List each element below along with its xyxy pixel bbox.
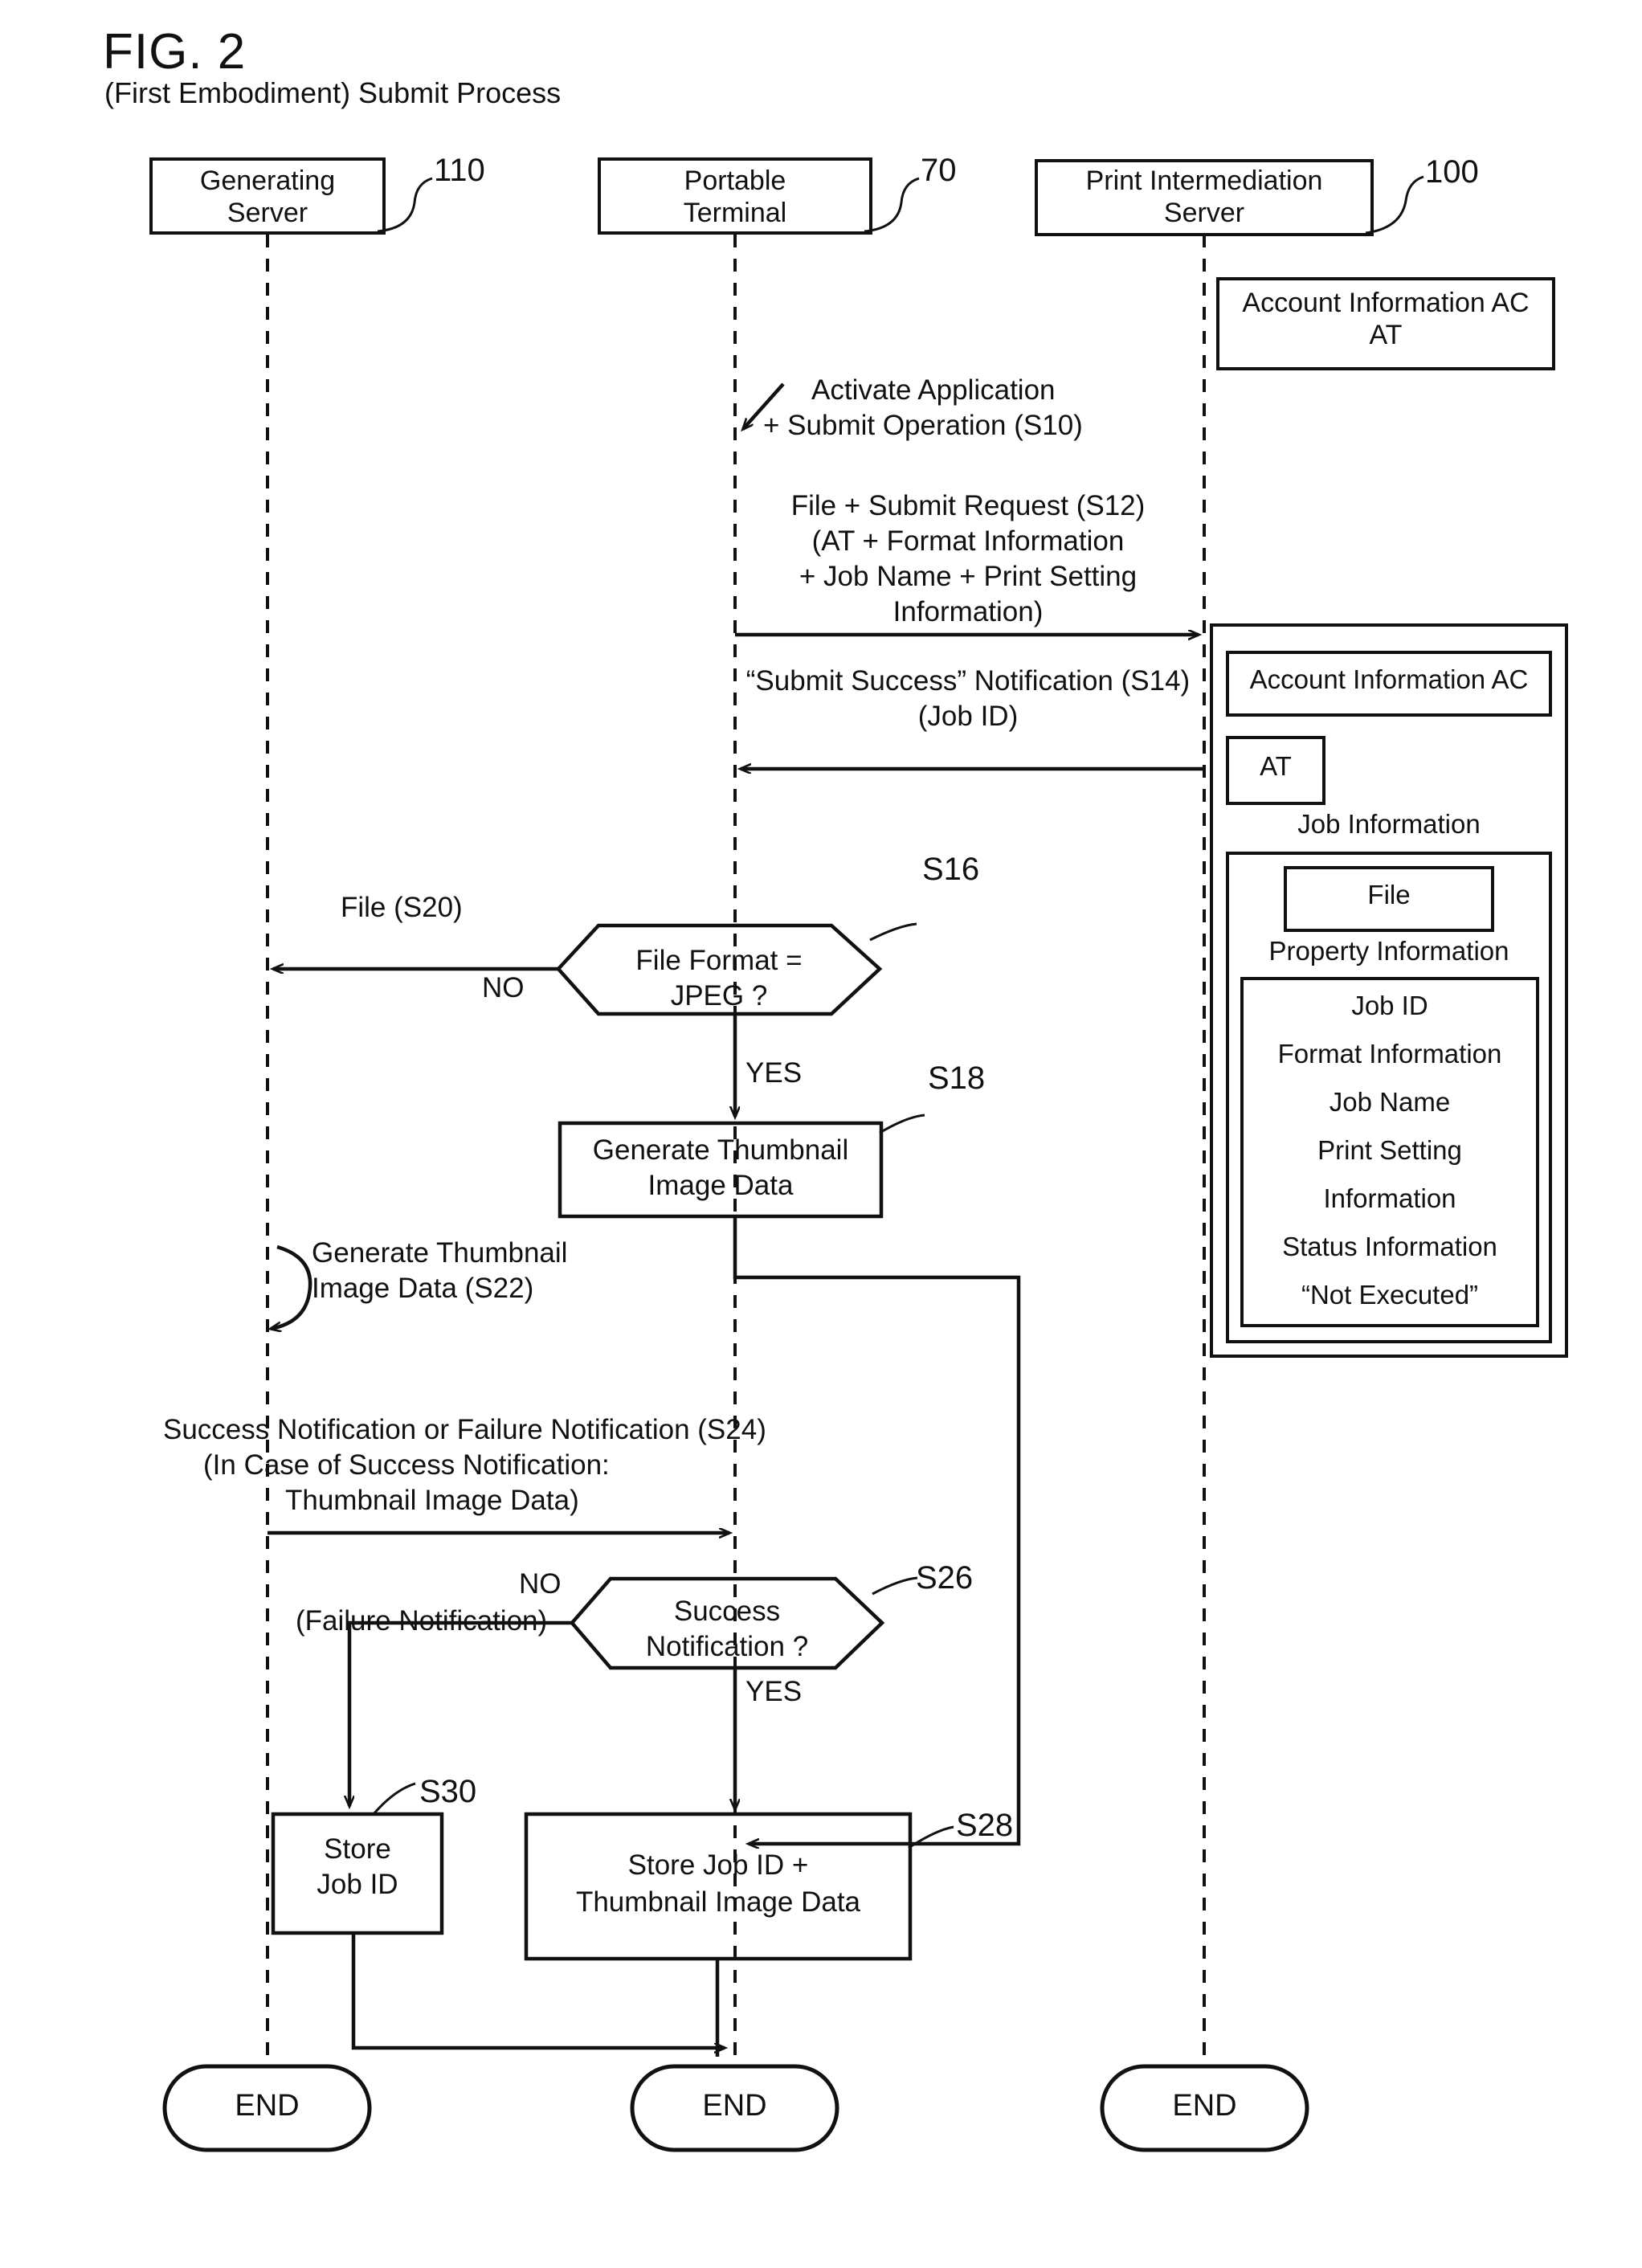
decision-s26-no-label: NO — [519, 1568, 562, 1600]
route-s18-to-s28 — [733, 1216, 1021, 1844]
property-row-6: “Not Executed” — [1301, 1280, 1479, 1310]
terminator-label-end-mid: END — [702, 2089, 767, 2123]
leader-s26 — [872, 1576, 918, 1596]
lifeline-title-print-server-2: Server — [1163, 198, 1245, 228]
decision-s16-line1: File Format = — [635, 945, 803, 976]
property-row-0: Job ID — [1351, 991, 1428, 1020]
decision-s16-no-label: NO — [482, 972, 525, 1003]
lifeline-title-portable-terminal-2: Terminal — [683, 198, 787, 228]
message-s10-line2: + Submit Operation (S10) — [763, 410, 1083, 441]
figure-canvas: FIG. 2 (First Embodiment) Submit Process… — [0, 0, 1642, 2268]
message-s14-line2: (Job ID) — [917, 701, 1019, 732]
process-s30-line1: Store — [324, 1833, 391, 1865]
message-s10-line1: Activate Application — [811, 374, 1056, 406]
message-s14-line1: “Submit Success” Notification (S14) — [745, 665, 1191, 697]
lifeline-title-generating-server: Generating — [199, 166, 336, 196]
message-s20-label: File (S20) — [341, 892, 463, 923]
leader-s30 — [372, 1782, 416, 1815]
reference-numeral-100: 100 — [1425, 154, 1479, 190]
job-panel-property-information-label: Property Information — [1268, 936, 1509, 966]
process-s28-line2: Thumbnail Image Data — [575, 1886, 861, 1918]
reference-numeral-110: 110 — [434, 153, 485, 188]
decision-s26-line2: Notification ? — [645, 1631, 809, 1662]
property-row-5: Status Information — [1282, 1232, 1497, 1261]
leader-70 — [864, 177, 920, 233]
message-s24-line2: (In Case of Success Notification: — [203, 1449, 610, 1481]
decision-s26-yes-label: YES — [745, 1676, 803, 1707]
process-s18-line2: Image Data — [647, 1170, 794, 1201]
step-ref-s26: S26 — [916, 1560, 974, 1596]
message-s22-line1: Generate Thumbnail — [312, 1237, 568, 1269]
job-panel-file-label: File — [1367, 880, 1411, 909]
lifeline-title-generating-server-2: Server — [227, 198, 308, 228]
message-s24-line3: Thumbnail Image Data) — [285, 1485, 579, 1516]
leader-s16 — [869, 922, 917, 942]
process-s30-line2: Job ID — [317, 1869, 398, 1900]
process-s18-line1: Generate Thumbnail — [592, 1134, 849, 1166]
decision-s16-line2: JPEG ? — [670, 980, 768, 1011]
reference-numeral-70: 70 — [921, 153, 957, 188]
job-panel-account-information-label: Account Information AC — [1249, 664, 1529, 694]
step-ref-s30: S30 — [419, 1774, 477, 1809]
property-row-2: Job Name — [1329, 1087, 1451, 1117]
message-s12-line1: File + Submit Request (S12) — [790, 490, 1146, 521]
message-s12-line2: (AT + Format Information — [811, 525, 1125, 557]
figure-number: FIG. 2 — [103, 24, 247, 80]
message-s12-line3: + Job Name + Print Setting — [799, 561, 1138, 592]
step-ref-s16: S16 — [922, 852, 980, 887]
message-s12-line4: Information) — [892, 596, 1044, 627]
message-s22-line2: Image Data (S22) — [312, 1273, 534, 1304]
property-row-1: Format Information — [1277, 1039, 1502, 1069]
terminator-label-end-right: END — [1172, 2089, 1237, 2123]
route-s30-to-end — [351, 1933, 725, 2048]
account-info-top-line2: AT — [1369, 320, 1403, 350]
leader-100 — [1365, 175, 1424, 235]
decision-s26-no-sublabel: (Failure Notification) — [296, 1605, 548, 1637]
job-panel-at-label: AT — [1260, 751, 1292, 781]
terminator-label-end-left: END — [235, 2089, 300, 2123]
step-ref-s18: S18 — [928, 1060, 986, 1096]
leader-s18 — [879, 1114, 925, 1134]
message-s24-line1: Success Notification or Failure Notifica… — [163, 1414, 766, 1445]
decision-s26-line1: Success — [673, 1596, 781, 1627]
step-ref-s28: S28 — [956, 1808, 1014, 1843]
job-panel-job-information-label: Job Information — [1297, 809, 1481, 839]
figure-subtitle: (First Embodiment) Submit Process — [104, 76, 562, 109]
account-info-top-line1: Account Information AC — [1242, 288, 1530, 318]
decision-s16-yes-label: YES — [745, 1057, 803, 1089]
property-row-3: Print Setting — [1317, 1135, 1462, 1165]
property-row-4: Information — [1323, 1183, 1456, 1213]
leader-110 — [377, 177, 433, 233]
process-s28-line1: Store Job ID + — [627, 1849, 809, 1881]
lifeline-title-print-server: Print Intermediation — [1085, 166, 1323, 196]
arrow-s22 — [271, 1244, 312, 1329]
lifeline-title-portable-terminal: Portable — [684, 166, 786, 196]
